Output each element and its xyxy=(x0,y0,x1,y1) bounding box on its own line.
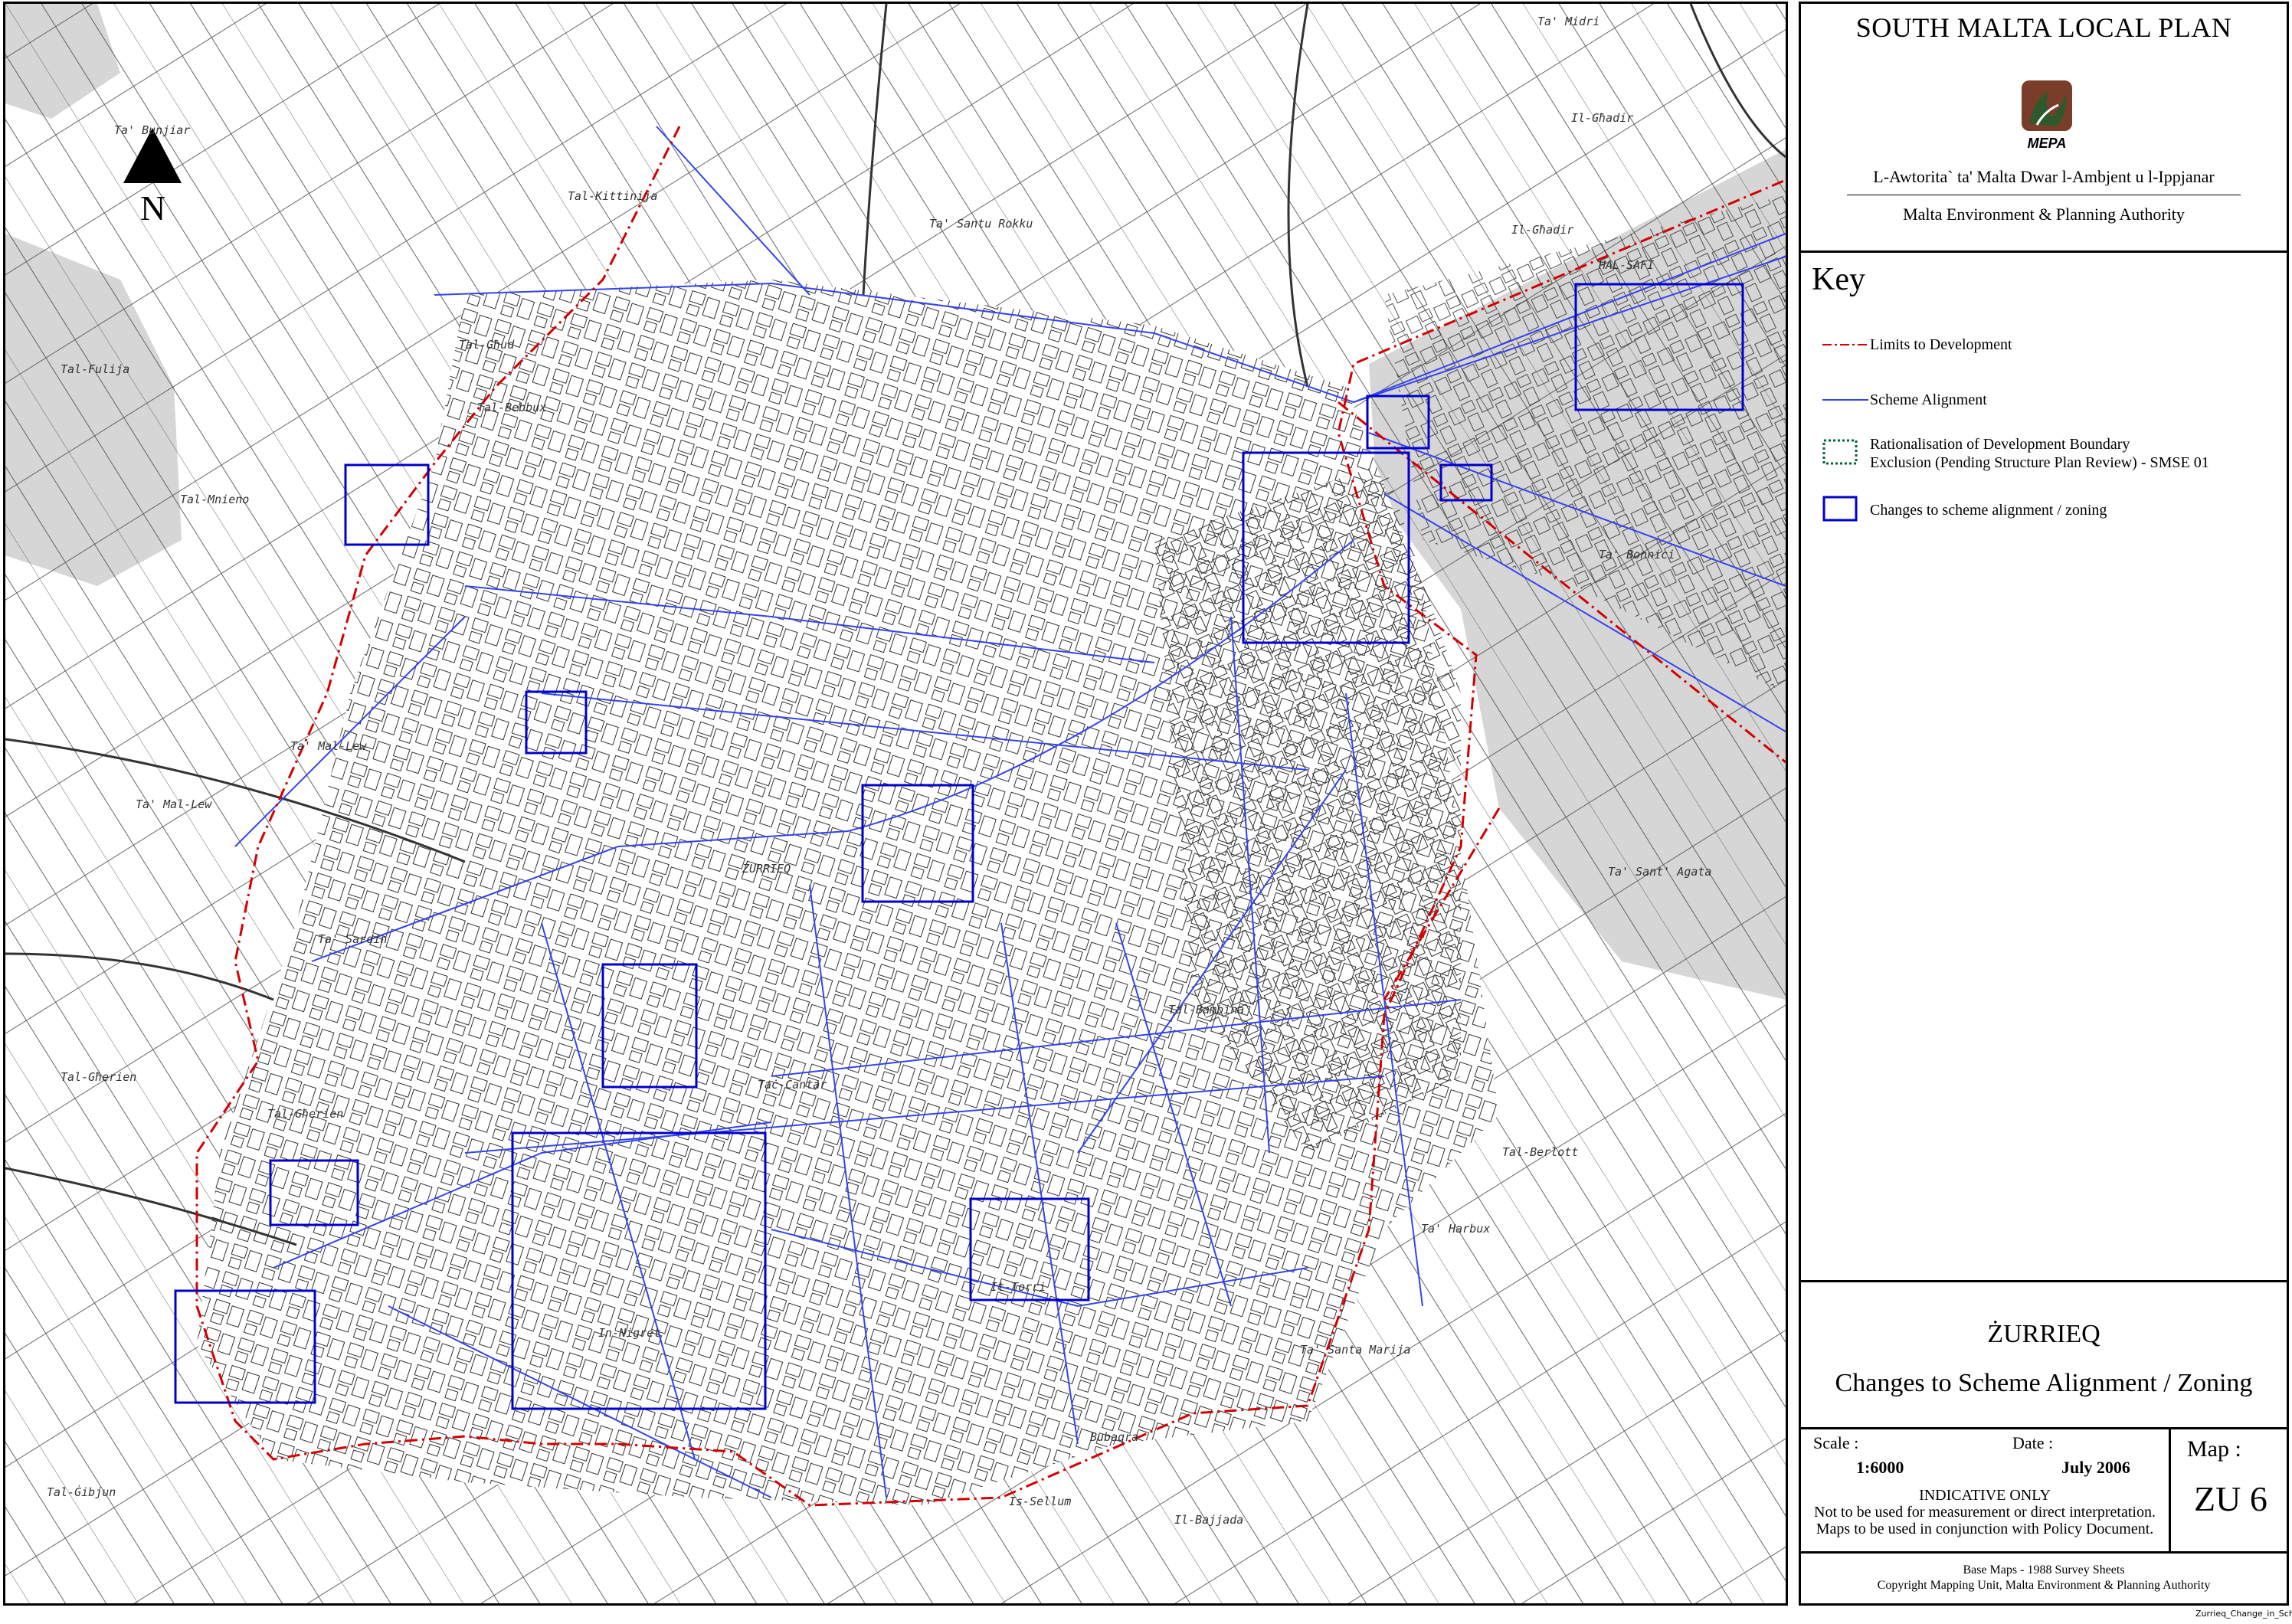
locality-title: ŻURRIEQ xyxy=(1987,1320,2100,1348)
authority-english: Malta Environment & Planning Authority xyxy=(1903,205,2185,224)
key-label: Changes to scheme alignment / zoning xyxy=(1870,502,2107,519)
place-label: Tal-Fulija xyxy=(61,362,129,376)
place-label: Tal-Bebbux xyxy=(477,401,546,414)
place-label: Is-Sellum xyxy=(1009,1495,1071,1508)
place-label: Tal-Għerien xyxy=(61,1070,136,1084)
logo-text: MEPA xyxy=(2028,136,2067,151)
place-label: It-Torri xyxy=(990,1280,1046,1294)
scale-value: 1:6000 xyxy=(1856,1458,1904,1477)
dash-dot-line-icon xyxy=(1822,344,1868,345)
divider xyxy=(1801,1427,2287,1429)
key-label-line2: Exclusion (Pending Structure Plan Review… xyxy=(1870,454,2209,471)
place-label: Ta' Harbux xyxy=(1421,1222,1490,1236)
dotted-box-icon xyxy=(1822,439,1858,465)
divider xyxy=(1801,1280,2287,1282)
place-label: Ta' Mal-Lew xyxy=(136,797,212,811)
place-label: Ta' Sant' Agata xyxy=(1608,865,1711,879)
place-label: Taċ-Ċantar xyxy=(758,1077,827,1092)
place-label: Ta' Midri xyxy=(1537,15,1599,28)
place-label: Tal-Mnieno xyxy=(180,493,249,506)
place-label: Tal-Kittinija xyxy=(568,189,657,203)
place-label: Tal-Bambina xyxy=(1168,1003,1244,1017)
map-number: ZU 6 xyxy=(2194,1479,2267,1518)
place-label: ŻURRIEQ xyxy=(742,861,791,876)
date-label: Date : xyxy=(2012,1433,2054,1452)
divider xyxy=(2169,1427,2171,1551)
place-label: ĦAL-SAFI xyxy=(1598,258,1654,272)
divider xyxy=(1801,1551,2287,1554)
map-canvas[interactable]: N Ta' Bunjiar Tal-Kittinija Tal-Għud Tal… xyxy=(3,2,1788,1606)
legend-panel: SOUTH MALTA LOCAL PLAN MEPA L-Awtorita` … xyxy=(1799,2,2289,1606)
plan-title: SOUTH MALTA LOCAL PLAN xyxy=(1855,12,2232,43)
place-label: Ta' Bunjiar xyxy=(114,123,190,137)
place-label: Tal-Ġibjun xyxy=(47,1485,116,1499)
blue-box-icon xyxy=(1822,496,1858,522)
place-label: Il-Bajjada xyxy=(1174,1513,1243,1527)
place-label: Tal-Għerien xyxy=(267,1107,343,1121)
map-subtitle: Changes to Scheme Alignment / Zoning xyxy=(1835,1369,2253,1397)
divider xyxy=(1801,250,2287,253)
disclaimer-line: Not to be used for measurement or direct… xyxy=(1814,1504,2156,1521)
place-label: In-Nigret xyxy=(598,1326,660,1340)
footer-line: Copyright Mapping Unit, Malta Environmen… xyxy=(1877,1579,2211,1592)
file-name: Zurrieq_Change_in_Scheme_Alignment_Map.w… xyxy=(2195,1609,2292,1619)
place-label: Il-Għadir xyxy=(1571,111,1633,125)
authority-maltese: L-Awtorita` ta' Malta Dwar l-Ambjent u l… xyxy=(1873,167,2215,186)
key-title: Key xyxy=(1812,262,1865,297)
solid-line-icon xyxy=(1822,399,1868,401)
map-number-label: Map : xyxy=(2187,1436,2241,1462)
north-letter: N xyxy=(140,188,165,228)
indicative-note: INDICATIVE ONLY xyxy=(1919,1487,2051,1504)
place-label: Ta' Santu Rokku xyxy=(929,217,1033,231)
place-label: Ta' Sardin xyxy=(318,932,387,946)
disclaimer-line: Maps to be used in conjunction with Poli… xyxy=(1816,1521,2154,1537)
place-label: Tal-Għud xyxy=(459,338,515,352)
place-label: Tal-Berlott xyxy=(1502,1145,1578,1159)
key-label: Scheme Alignment xyxy=(1870,391,1987,408)
scale-label: Scale : xyxy=(1813,1433,1859,1452)
place-label: Ta' Bonnici xyxy=(1599,548,1675,562)
place-label: Ta' Santa Marija xyxy=(1300,1343,1411,1357)
place-label: Il-Għadir xyxy=(1511,223,1573,237)
mepa-logo-icon: MEPA xyxy=(2022,80,2072,151)
key-label: Rationalisation of Development Boundary xyxy=(1870,436,2130,453)
place-label: Ta' Mal-Lew xyxy=(290,739,367,753)
key-label: Limits to Development xyxy=(1870,336,2012,353)
place-label: Bubaqra xyxy=(1090,1430,1138,1444)
map-drawing: N Ta' Bunjiar Tal-Kittinija Tal-Għud Tal… xyxy=(5,4,1786,1603)
date-value: July 2006 xyxy=(2061,1458,2130,1477)
footer-line: Base Maps - 1988 Survey Sheets xyxy=(1963,1563,2125,1577)
